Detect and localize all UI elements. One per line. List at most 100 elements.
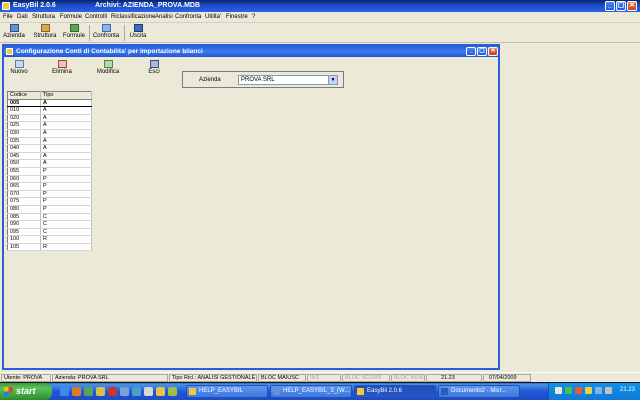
menu-analisi[interactable]: Analisi: [155, 14, 173, 20]
quicklaunch-app-icon[interactable]: [168, 387, 177, 396]
cell-codice[interactable]: 010: [7, 106, 41, 115]
nuovo-button[interactable]: Nuovo: [4, 60, 34, 75]
cell-tipo[interactable]: A: [40, 144, 92, 153]
quicklaunch-app-icon[interactable]: [120, 387, 129, 396]
cell-tipo[interactable]: A: [40, 129, 92, 138]
cell-tipo[interactable]: P: [40, 197, 92, 206]
cell-codice[interactable]: 105: [7, 243, 41, 252]
cell-codice[interactable]: 020: [7, 114, 41, 123]
cell-tipo[interactable]: A: [40, 106, 92, 115]
cell-codice[interactable]: 025: [7, 121, 41, 130]
cell-codice[interactable]: 035: [7, 137, 41, 146]
cell-tipo[interactable]: R: [40, 235, 92, 244]
table-row[interactable]: 085 C: [7, 213, 92, 222]
cell-tipo[interactable]: R: [40, 243, 92, 252]
menu-utilita[interactable]: Utilita': [205, 14, 221, 20]
table-row[interactable]: 050 A: [7, 159, 92, 168]
table-row[interactable]: 090 C: [7, 220, 92, 229]
start-button[interactable]: start: [0, 383, 52, 400]
column-header-tipo[interactable]: Tipo: [40, 91, 92, 100]
quicklaunch-app-icon[interactable]: [132, 387, 141, 396]
toolbar-uscita-button[interactable]: Uscita: [128, 24, 148, 42]
menu-struttura[interactable]: Struttura: [32, 14, 55, 20]
table-row[interactable]: 055 P: [7, 167, 92, 176]
cell-codice[interactable]: 095: [7, 228, 41, 237]
cell-codice[interactable]: 090: [7, 220, 41, 229]
close-button[interactable]: ✕: [627, 1, 637, 11]
cell-codice[interactable]: 030: [7, 129, 41, 138]
tray-icon[interactable]: [555, 387, 562, 394]
toolbar-struttura-button[interactable]: Struttura: [32, 24, 58, 42]
menu-finestre[interactable]: Finestre: [226, 14, 248, 20]
quicklaunch-app-icon[interactable]: [108, 387, 117, 396]
taskbar-item-easybil[interactable]: EasyBil 2.0.6: [354, 385, 436, 398]
table-row[interactable]: 045 A: [7, 152, 92, 161]
table-row[interactable]: 035 A: [7, 137, 92, 146]
toolbar-formule-button[interactable]: Formule: [62, 24, 86, 42]
esci-button[interactable]: Esci: [139, 60, 169, 75]
cell-codice[interactable]: 065: [7, 182, 41, 191]
conti-grid[interactable]: Codice Tipo 005 A 010 A 020 A 025 A 030 A 035…: [7, 91, 92, 252]
cell-codice[interactable]: 080: [7, 205, 41, 214]
table-row[interactable]: 075 P: [7, 197, 92, 206]
cell-codice[interactable]: 040: [7, 144, 41, 153]
azienda-dropdown[interactable]: PROVA SRL ▼: [238, 75, 338, 85]
table-row[interactable]: 060 P: [7, 175, 92, 184]
child-maximize-button[interactable]: ▢: [477, 47, 487, 56]
cell-tipo[interactable]: A: [40, 159, 92, 168]
table-row[interactable]: 105 R: [7, 243, 92, 252]
table-row[interactable]: 080 P: [7, 205, 92, 214]
cell-codice[interactable]: 085: [7, 213, 41, 222]
cell-tipo[interactable]: P: [40, 205, 92, 214]
quicklaunch-app-icon[interactable]: [144, 387, 153, 396]
table-row[interactable]: 065 P: [7, 182, 92, 191]
chevron-down-icon[interactable]: ▼: [328, 76, 337, 84]
tray-icon[interactable]: [585, 387, 592, 394]
child-minimize-button[interactable]: _: [466, 47, 476, 56]
cell-tipo[interactable]: P: [40, 182, 92, 191]
cell-tipo[interactable]: C: [40, 220, 92, 229]
child-close-button[interactable]: ✕: [488, 47, 498, 56]
menu-controlli[interactable]: Controlli: [85, 14, 107, 20]
table-row[interactable]: 100 R: [7, 235, 92, 244]
quicklaunch-ie-icon[interactable]: [60, 387, 69, 396]
taskbar-clock[interactable]: 21.23: [620, 387, 635, 393]
table-row[interactable]: 025 A: [7, 121, 92, 130]
taskbar-item-help-easybil-3[interactable]: HELP_EASYBIL_3_(W...: [270, 385, 352, 398]
taskbar-item-word[interactable]: Documento2 - Micr...: [438, 385, 520, 398]
tray-icon[interactable]: [565, 387, 572, 394]
cell-codice[interactable]: 100: [7, 235, 41, 244]
tray-icon[interactable]: [575, 387, 582, 394]
cell-tipo[interactable]: A: [40, 137, 92, 146]
menu-confronta[interactable]: Confronta: [175, 14, 201, 20]
cell-codice[interactable]: 045: [7, 152, 41, 161]
quicklaunch-firefox-icon[interactable]: [72, 387, 81, 396]
cell-tipo[interactable]: C: [40, 228, 92, 237]
child-titlebar[interactable]: Configurazione Conti di Contabilita' per…: [4, 46, 498, 57]
toolbar-confronta-button[interactable]: Confronta: [92, 24, 120, 42]
cell-codice[interactable]: 075: [7, 197, 41, 206]
menu-riclassificazione[interactable]: Riclassificazione: [111, 14, 155, 20]
menu-file[interactable]: File: [3, 14, 13, 20]
table-row[interactable]: 095 C: [7, 228, 92, 237]
table-row[interactable]: 040 A: [7, 144, 92, 153]
menu-dati[interactable]: Dati: [17, 14, 28, 20]
menu-formule[interactable]: Formule: [60, 14, 82, 20]
cell-tipo[interactable]: A: [40, 152, 92, 161]
cell-tipo[interactable]: A: [40, 121, 92, 130]
elimina-button[interactable]: Elimina: [47, 60, 77, 75]
column-header-codice[interactable]: Codice: [7, 91, 41, 100]
cell-tipo[interactable]: C: [40, 213, 92, 222]
cell-tipo[interactable]: P: [40, 175, 92, 184]
cell-codice[interactable]: 050: [7, 159, 41, 168]
table-row[interactable]: 020 A: [7, 114, 92, 123]
cell-tipo[interactable]: P: [40, 190, 92, 199]
cell-codice[interactable]: 055: [7, 167, 41, 176]
tray-icon[interactable]: [605, 387, 612, 394]
table-row[interactable]: 030 A: [7, 129, 92, 138]
table-row[interactable]: 010 A: [7, 106, 92, 115]
cell-codice[interactable]: 070: [7, 190, 41, 199]
table-row[interactable]: 005 A: [7, 98, 92, 108]
cell-codice[interactable]: 005: [7, 98, 41, 108]
menu-help[interactable]: ?: [252, 14, 255, 20]
